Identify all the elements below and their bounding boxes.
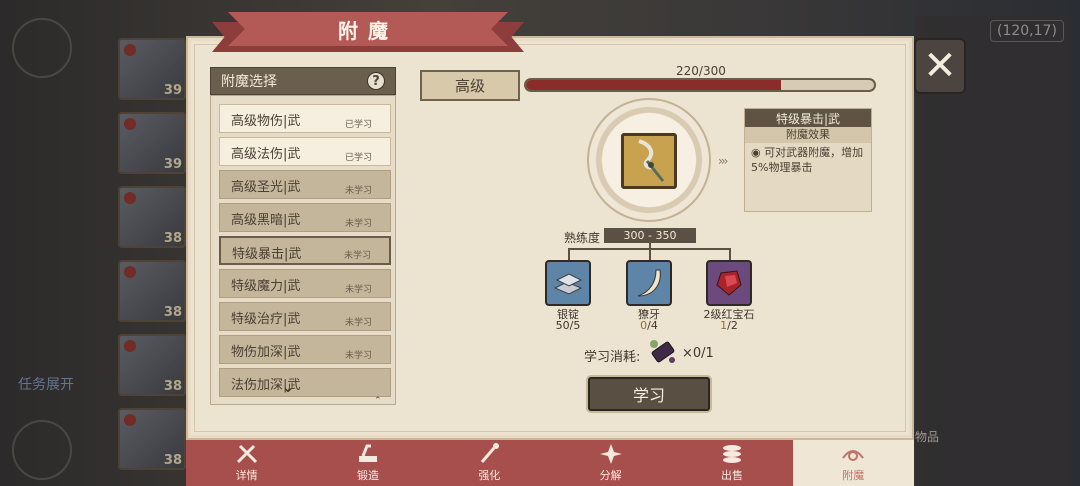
list-item-name: 特级治疗|武 [231,312,301,327]
progress-label: 220/300 [676,64,726,78]
enchant-name: 特级暴击|武 [745,109,871,127]
bg-coordinate: (120,17) [990,20,1064,42]
proficiency-label: 熟练度 [564,231,601,245]
learn-button[interactable]: 学习 [588,377,710,411]
effect-text: ◉ 可对武器附魔，增加5%物理暴击 [751,146,864,174]
bg-hero-card: 38 [118,260,186,322]
list-item[interactable]: 特级魔力|武 未学习 [219,269,391,298]
selection-header-label: 附魔选择 [221,74,277,90]
scroll-icon [650,340,675,363]
bg-avatar-circle [12,18,72,78]
weapon-icon [638,139,665,182]
cost-label: 学习消耗: [584,350,641,365]
bg-avatar-circle [12,420,72,480]
scroll-down-icon[interactable]: ⌄ [276,380,300,396]
list-item-status: 未学习 [343,251,371,261]
list-item-status: 未学习 [344,219,372,229]
bg-hero-card: 39 [118,112,186,174]
list-item-name: 特级魔力|武 [231,279,301,294]
silver-ingot-icon [553,273,583,295]
tab-enchant[interactable]: 附魔 [792,440,914,486]
list-item-name: 高级法伤|武 [231,147,301,162]
list-item[interactable]: 特级治疗|武 未学习 [219,302,391,331]
list-item[interactable]: 高级黑暗|武 未学习 [219,203,391,232]
list-item-status: 未学习 [344,285,372,295]
fang-icon [637,269,661,297]
list-item-name: 高级黑暗|武 [231,213,301,228]
progress-bar [524,78,876,92]
close-icon: ✕ [923,43,957,89]
tab-details[interactable]: 详情 [186,440,307,486]
list-item-status: 已学习 [344,153,372,163]
ruby-icon [716,270,742,296]
tab-sell[interactable]: 出售 [671,440,792,486]
bg-hero-card: 38 [118,334,186,396]
bg-item-label: 物品 [915,430,940,444]
grade-tab: 高级 [420,70,520,101]
sell-icon [722,445,741,463]
tree-line [568,248,570,260]
list-item[interactable]: 高级物伤|武 已学习 [219,104,391,133]
list-item[interactable]: 高级圣光|武 未学习 [219,170,391,199]
list-item-name: 高级圣光|武 [231,180,301,195]
arrow-right-icon: ››› [718,154,729,168]
bg-hero-list: 39 39 38 38 38 38 [118,30,188,480]
tab-enhance[interactable]: 强化 [429,440,550,486]
list-item-name: 物伤加深|武 [231,345,301,360]
material-count: 50/5 [555,319,581,332]
bottom-nav: 详情 锻造 强化 分解 出售 附魔 [186,440,914,486]
tab-decompose[interactable]: 分解 [550,440,671,486]
effect-title: 附魔效果 [745,127,871,143]
list-item-status: 未学习 [344,351,372,361]
list-item-status: 未学习 [344,186,372,196]
list-item[interactable]: 法伤加深|武 [219,368,391,397]
details-icon [236,444,257,464]
decompose-icon [599,444,622,464]
cost-count: ×0/1 [682,346,714,361]
list-item[interactable]: 物伤加深|武 未学习 [219,335,391,364]
selection-header: 附魔选择 ? [210,67,396,95]
dialog-title: 附魔 [338,18,398,43]
enchant-icon [842,450,865,461]
tree-line [729,248,731,260]
list-item-status: 已学习 [344,120,372,130]
enchant-list[interactable]: 高级物伤|武 已学习 高级法伤|武 已学习 高级圣光|武 未学习 高级黑暗|武 … [210,95,396,405]
list-item-name: 特级暴击|武 [232,247,302,262]
bg-task-toggle: 任务展开 [18,377,74,393]
material-count: 0/4 [640,319,658,332]
material-slot[interactable] [545,260,591,306]
bg-hero-card: 39 [118,38,186,100]
title-ribbon: 附魔 [228,12,508,46]
help-icon[interactable]: ? [367,72,385,90]
material-slot[interactable] [626,260,672,306]
bg-hero-card: 38 [118,408,186,470]
close-button[interactable]: ✕ [914,38,966,94]
material-slot[interactable] [706,260,752,306]
tab-forge[interactable]: 锻造 [307,440,428,486]
tree-line [649,248,651,260]
progress-fill [526,80,782,90]
list-item-selected[interactable]: 特级暴击|武 未学习 [219,236,391,265]
material-count: 1/2 [720,319,738,332]
list-item-status: 未学习 [344,318,372,328]
list-item-name: 高级物伤|武 [231,114,301,129]
weapon-item-frame[interactable] [621,133,677,189]
enhance-icon [481,443,500,463]
proficiency-range: 300 - 350 [604,228,696,243]
enchant-info-box: 特级暴击|武 附魔效果 ◉ 可对武器附魔，增加5%物理暴击 [744,108,872,212]
list-item[interactable]: 高级法伤|武 已学习 [219,137,391,166]
scroll-up-icon[interactable]: ⌃ [374,396,382,406]
forge-icon [358,444,377,462]
bg-hero-card: 38 [118,186,186,248]
